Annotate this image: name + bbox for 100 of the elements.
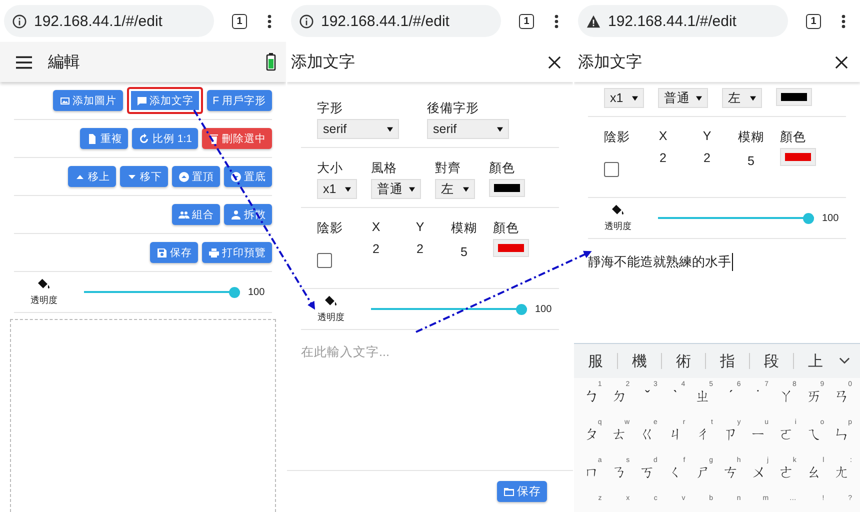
keyboard-key[interactable]: ㄘ — [723, 464, 738, 482]
keyboard-key[interactable]: ㄐ — [668, 426, 683, 444]
keyboard-key[interactable]: ˇ — [644, 388, 650, 406]
keyboard-key[interactable]: ㄞ — [806, 388, 822, 406]
color-picker[interactable] — [489, 179, 525, 197]
number-field[interactable]: 5 — [748, 154, 754, 168]
keyboard-key[interactable]: ㄨ — [751, 464, 766, 482]
address-bar[interactable]: 192.168.44.1/#/edit — [291, 5, 501, 37]
keyboard-key[interactable]: ㄑ — [668, 464, 683, 482]
keyboard-key[interactable]: ㄇ — [584, 464, 600, 482]
dropdown[interactable]: 普通 — [658, 88, 708, 108]
number-field[interactable]: 2 — [704, 151, 710, 165]
keyboard-key[interactable]: ㄗ — [723, 426, 738, 444]
keyboard-key[interactable]: ㄍ — [640, 426, 655, 444]
dialog-title: 添加文字 — [578, 52, 643, 72]
opacity-slider[interactable] — [371, 304, 527, 314]
number-field[interactable]: 5 — [460, 245, 468, 259]
opacity-label: 透明度 — [604, 220, 632, 232]
toolbar-button[interactable]: 比例 1:1 — [132, 128, 198, 149]
toolbar-button[interactable]: 組合 — [172, 204, 220, 225]
keyboard-key[interactable]: ㄉ — [612, 388, 628, 406]
caret-icon — [497, 126, 503, 132]
address-bar[interactable]: 192.168.44.1/#/edit — [4, 5, 214, 37]
keyboard-key[interactable]: ㄎ — [640, 464, 655, 482]
keyboard-key[interactable]: ㄋ — [612, 464, 628, 482]
number-field[interactable]: 2 — [372, 242, 380, 256]
candidate-word[interactable]: 指 — [720, 352, 735, 370]
opacity-value: 100 — [535, 304, 553, 314]
close-icon[interactable] — [835, 56, 848, 68]
document-icon — [86, 132, 98, 144]
text-input-field[interactable]: 靜海不能造就熟練的水手 — [588, 253, 733, 271]
address-bar[interactable]: 192.168.44.1/#/edit — [578, 5, 788, 37]
toolbar-button[interactable]: 置底 — [224, 166, 272, 187]
tab-count-button[interactable]: 1 — [806, 14, 821, 28]
candidate-word[interactable]: 服 — [588, 352, 603, 370]
info-icon[interactable] — [12, 14, 27, 28]
dropdown[interactable]: x1 — [317, 179, 357, 199]
keyboard-key[interactable]: ㄣ — [834, 426, 850, 444]
keyboard-key[interactable]: ㄠ — [806, 464, 822, 482]
keyboard-key[interactable]: ㄧ — [751, 426, 766, 444]
candidate-word[interactable]: 機 — [632, 352, 647, 370]
keyboard-key[interactable]: ㄟ — [806, 426, 822, 444]
keyboard-key[interactable]: ㄤ — [834, 464, 850, 482]
keyboard-key[interactable]: ˙ — [756, 388, 762, 406]
warning-icon[interactable] — [586, 14, 601, 28]
keyboard-key[interactable]: ㄊ — [612, 426, 628, 444]
toolbar-button[interactable]: 刪除選中 — [202, 128, 272, 149]
keyboard-key[interactable]: ˊ — [728, 388, 734, 406]
keyboard-key[interactable]: ㄕ — [696, 464, 711, 482]
toolbar-button[interactable]: 保存 — [150, 242, 198, 263]
checkbox[interactable] — [604, 162, 619, 177]
menu-icon[interactable] — [554, 14, 559, 28]
checkbox[interactable] — [317, 253, 332, 268]
keyboard-key[interactable]: ㄔ — [696, 426, 711, 444]
menu-icon[interactable] — [267, 14, 272, 28]
tab-count-button[interactable]: 1 — [232, 14, 247, 28]
toolbar-button[interactable]: 添加文字 — [126, 87, 203, 114]
tab-count-button[interactable]: 1 — [519, 14, 534, 28]
dropdown[interactable]: x1 — [604, 88, 644, 108]
keyboard-key[interactable]: ㄓ — [696, 388, 711, 406]
keyboard-key[interactable]: ㄛ — [778, 426, 794, 444]
chevron-down-icon[interactable] — [839, 357, 850, 365]
color-picker[interactable] — [776, 88, 812, 106]
color-picker[interactable] — [780, 148, 816, 166]
dropdown[interactable]: 左 — [722, 88, 762, 108]
color-picker[interactable] — [493, 239, 529, 257]
keyboard-key[interactable]: ㄢ — [834, 388, 850, 406]
info-icon[interactable] — [299, 14, 314, 28]
toolbar-button[interactable]: 移上 — [68, 166, 116, 187]
caret-icon — [632, 96, 638, 100]
number-field[interactable]: 2 — [416, 242, 424, 256]
toolbar-button[interactable]: 置頂 — [172, 166, 220, 187]
opacity-slider[interactable] — [658, 212, 814, 224]
keyboard-key[interactable]: ㄆ — [584, 426, 600, 444]
dropdown[interactable]: 左 — [435, 179, 475, 199]
candidate-word[interactable]: 段 — [764, 352, 779, 370]
keyboard-key[interactable]: ㄅ — [584, 388, 600, 406]
toolbar-button[interactable]: 打印預覽 — [202, 242, 272, 263]
field-label: 字形 — [317, 100, 343, 117]
opacity-slider[interactable] — [84, 286, 240, 298]
menu-icon[interactable] — [841, 14, 846, 28]
dropdown[interactable]: serif — [427, 119, 509, 139]
keyboard-key[interactable]: ㄜ — [778, 464, 794, 482]
menu-icon[interactable] — [16, 56, 32, 68]
candidate-word[interactable]: 上 — [808, 352, 823, 370]
toolbar-button[interactable]: 添加圖片 — [52, 90, 123, 111]
text-input-field[interactable]: 在此輸入文字... — [287, 330, 573, 471]
toolbar-button[interactable]: 重複 — [80, 128, 128, 149]
keyboard-key[interactable]: ˋ — [672, 388, 678, 406]
close-icon[interactable] — [548, 56, 561, 68]
keyboard-key[interactable]: ㄚ — [778, 388, 794, 406]
save-button[interactable]: 保存 — [497, 481, 547, 502]
picture-icon — [58, 94, 71, 106]
toolbar-button[interactable]: F 用戶字形 — [206, 90, 272, 111]
dropdown[interactable]: 普通 — [371, 179, 421, 199]
url-text: 192.168.44.1/#/edit — [34, 12, 162, 30]
number-field[interactable]: 2 — [660, 151, 666, 165]
toolbar-button[interactable]: 移下 — [120, 166, 168, 187]
candidate-word[interactable]: 術 — [676, 352, 691, 370]
dropdown[interactable]: serif — [317, 119, 399, 139]
